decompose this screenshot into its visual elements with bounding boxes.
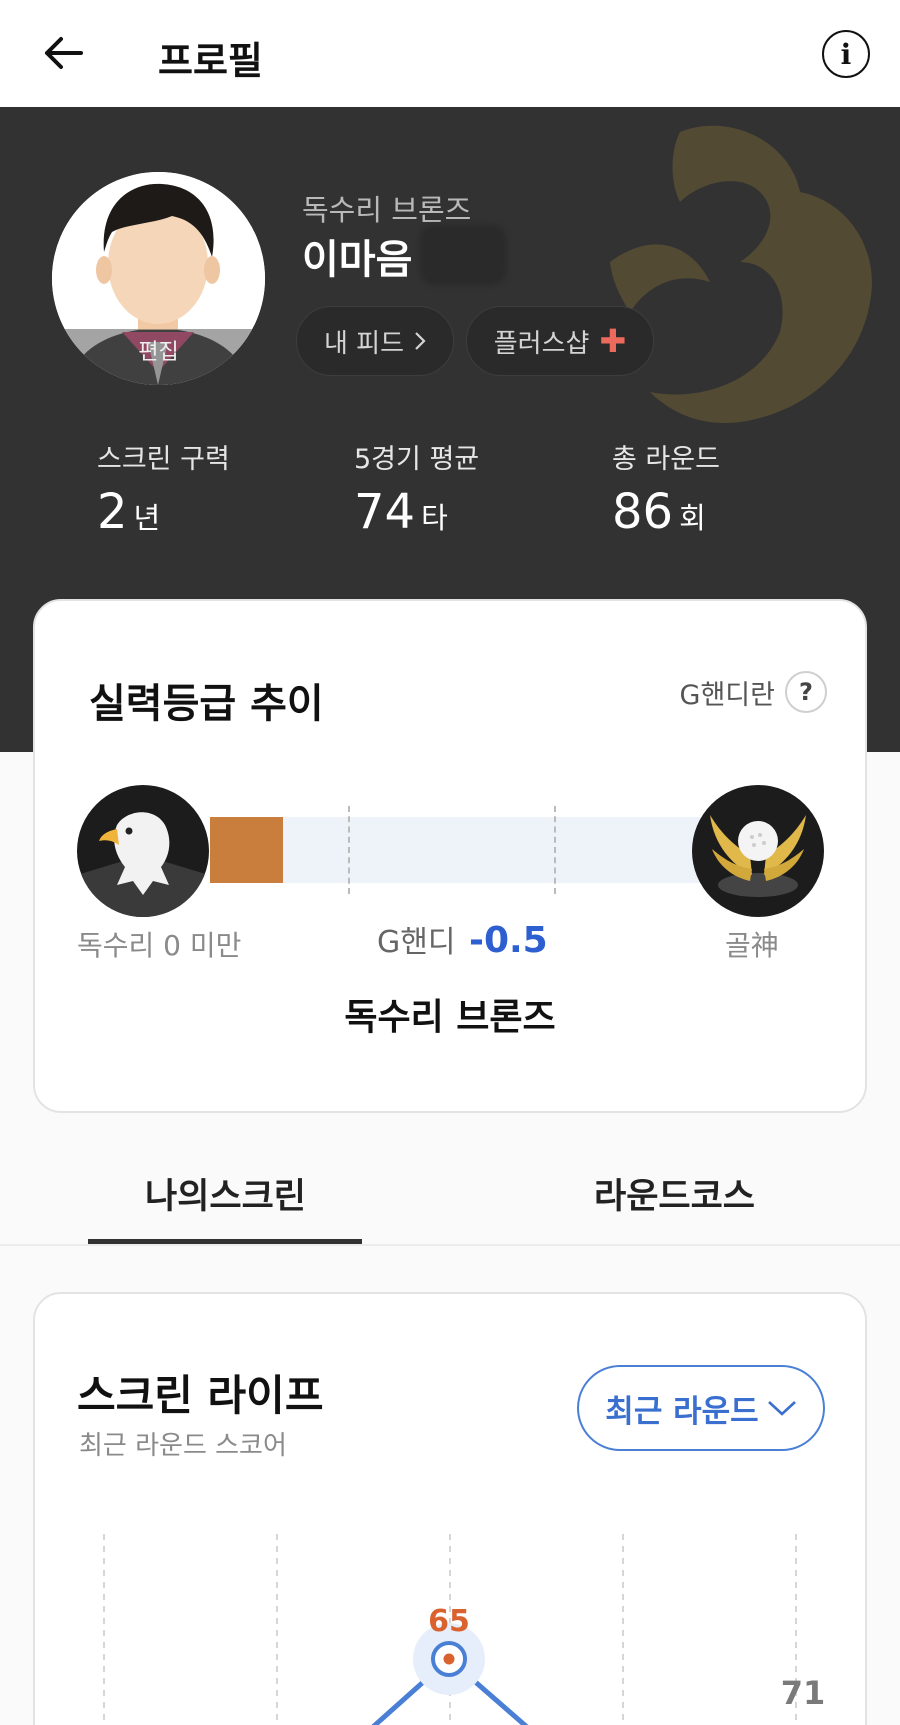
ghandi-number: -0.5 (469, 920, 548, 961)
ghandi-help-label: G핸디란 (679, 679, 775, 711)
my-feed-button[interactable]: 내 피드 (296, 306, 454, 376)
grade-tick (348, 806, 350, 894)
chevron-down-icon (767, 1401, 796, 1416)
active-tab-indicator (88, 1239, 362, 1244)
score-label-other: 71 (781, 1674, 826, 1712)
name-redaction (420, 225, 506, 285)
stat-label: 총 라운드 (612, 444, 720, 475)
avatar-edit-label[interactable]: 편집 (52, 329, 265, 385)
top-bar: 프로필 i (0, 0, 900, 107)
grade-progress-fill (210, 817, 283, 883)
my-feed-label: 내 피드 (323, 328, 405, 359)
plus-icon: ✚ (599, 322, 627, 360)
score-point-dot (443, 1653, 455, 1665)
eagle-emblem-icon (610, 125, 872, 423)
stat-label: 스크린 구력 (97, 444, 230, 475)
stat-total-rounds: 총 라운드 86 회 (612, 437, 720, 540)
min-grade-label: 독수리 0 미만 (77, 929, 242, 962)
info-icon: i (840, 37, 852, 71)
stat-value: 2 (97, 484, 128, 540)
recent-round-label: 최근 라운드 (605, 1393, 759, 1430)
arrow-left-icon (45, 37, 83, 69)
current-grade: 독수리 브론즈 (344, 997, 556, 1038)
golf-god-wings-icon (710, 815, 806, 897)
stat-label: 5경기 평균 (354, 444, 480, 475)
grade-trend-title: 실력등급 추이 (89, 681, 324, 727)
plus-shop-label: 플러스샵 (493, 328, 590, 359)
screen-life-card: 스크린 라이프 최근 라운드 스코어 최근 라운드 65 71 (33, 1292, 867, 1725)
stat-unit: 년 (133, 501, 161, 535)
grade-trend-card: 실력등급 추이 G핸디란 ? 독수리 0 미만 G핸디 -0.5 골神 독수리 … (33, 599, 867, 1113)
stat-screen-years: 스크린 구력 2년 (97, 437, 230, 540)
screen-life-subtitle: 최근 라운드 스코어 (79, 1431, 287, 1461)
plus-shop-button[interactable]: 플러스샵 ✚ (466, 306, 654, 376)
back-button[interactable] (38, 28, 88, 78)
tab-my-screen[interactable]: 나의스크린 (145, 1168, 306, 1219)
stat-five-game-avg: 5경기 평균 74 타 (354, 437, 479, 540)
ghandi-label: G핸디 (377, 925, 456, 960)
ghandi-help-link[interactable]: G핸디란 ? (680, 671, 827, 713)
chevron-right-icon (415, 332, 426, 350)
stat-value: 74 (354, 484, 416, 540)
recent-round-dropdown[interactable]: 최근 라운드 (577, 1365, 825, 1451)
score-chart: 65 71 (103, 1534, 826, 1725)
avatar[interactable]: 편집 (52, 172, 265, 385)
section-tabs: 나의스크린 라운드코스 (0, 1150, 900, 1246)
page-title: 프로필 (158, 39, 263, 83)
golf-god-badge (692, 785, 824, 917)
stat-value: 86 (612, 484, 674, 540)
user-name: 이마음 (302, 237, 413, 283)
score-label-high: 65 (428, 1604, 470, 1639)
rank-label: 독수리 브론즈 (302, 193, 472, 227)
screen-life-title: 스크린 라이프 (77, 1371, 324, 1420)
grade-tick (554, 806, 556, 894)
ghandi-value: G핸디 -0.5 (377, 917, 548, 961)
info-button[interactable]: i (822, 30, 870, 78)
max-grade-label: 골神 (725, 929, 779, 962)
eagle-icon (77, 812, 209, 917)
grade-progress-track (210, 817, 730, 883)
eagle-badge (77, 785, 209, 917)
stat-unit: 타 (421, 501, 448, 535)
tab-round-course[interactable]: 라운드코스 (594, 1168, 755, 1219)
stat-unit: 회 (679, 501, 706, 535)
question-icon: ? (785, 671, 827, 713)
